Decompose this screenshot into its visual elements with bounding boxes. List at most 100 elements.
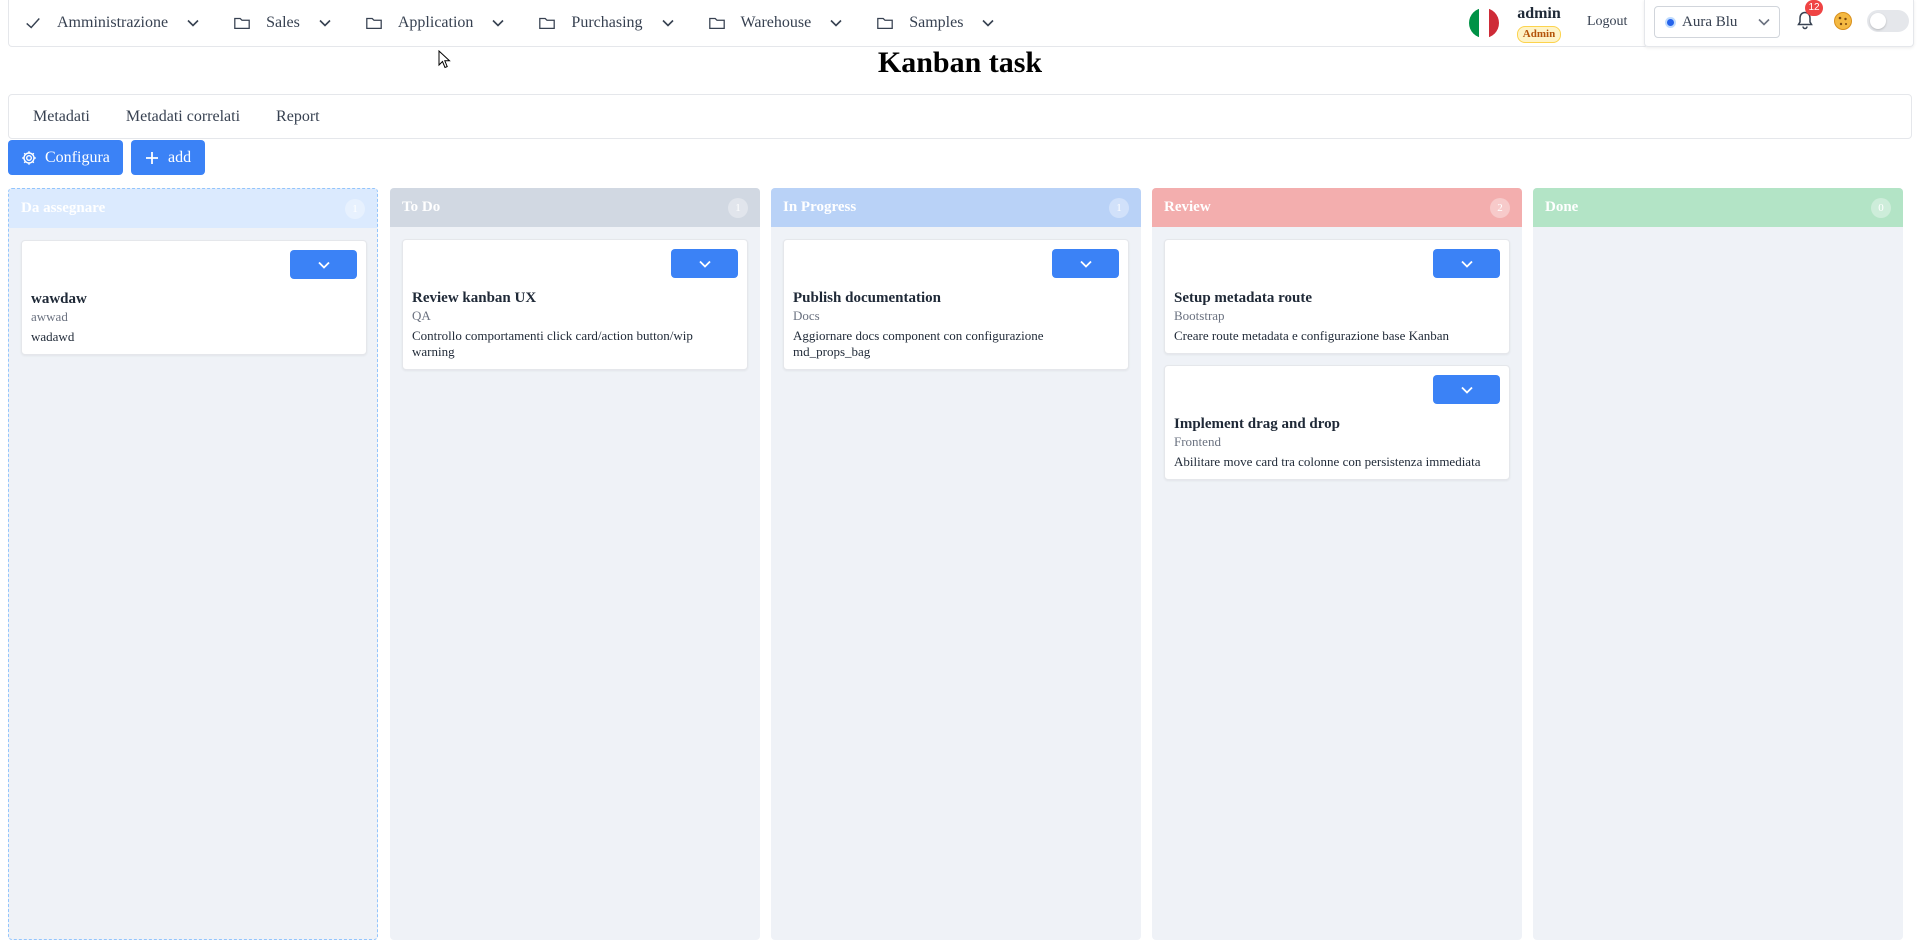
logout-link[interactable]: Logout — [1587, 14, 1627, 30]
card-action-button[interactable] — [1433, 375, 1500, 404]
kanban-column-in-progress[interactable]: In Progress 1 Publish documentation Docs… — [771, 188, 1141, 940]
menu-application[interactable]: Application — [350, 0, 524, 46]
plus-icon — [146, 151, 158, 164]
column-header: Da assegnare 1 — [9, 189, 377, 228]
user-name: admin — [1517, 5, 1561, 22]
chevron-down-icon[interactable] — [314, 12, 336, 34]
kanban-column-da-assegnare[interactable]: Da assegnare 1 wawdaw awwad wadawd — [8, 188, 378, 940]
dark-mode-toggle[interactable] — [1867, 10, 1909, 32]
card-tag: Frontend — [1174, 434, 1221, 449]
settings-panel: Aura Blue 12 — [1644, 0, 1914, 47]
column-title: Review — [1164, 199, 1211, 215]
chevron-down-icon — [317, 261, 330, 269]
add-button[interactable]: add — [131, 140, 205, 175]
kanban-column-done[interactable]: Done 0 — [1533, 188, 1903, 940]
gear-icon — [22, 150, 36, 165]
chevron-down-icon[interactable] — [977, 12, 999, 34]
folder-icon — [875, 13, 895, 33]
tab-metadati[interactable]: Metadati — [33, 108, 90, 126]
menu-label: Warehouse — [740, 14, 812, 31]
menu-sales[interactable]: Sales — [218, 0, 350, 46]
menu-label: Samples — [909, 14, 964, 31]
menu-samples[interactable]: Samples — [861, 0, 1013, 46]
role-badge: Admin — [1516, 26, 1562, 43]
card-tag: Docs — [793, 308, 820, 323]
kanban-card[interactable]: wawdaw awwad wadawd — [21, 240, 367, 355]
folder-icon — [707, 13, 727, 33]
chevron-down-icon[interactable] — [182, 12, 204, 34]
card-title: wawdaw — [31, 291, 87, 307]
column-header: Done 0 — [1533, 188, 1903, 227]
column-header: Review 2 — [1152, 188, 1522, 227]
column-count-badge: 1 — [728, 197, 748, 218]
configure-button[interactable]: Configura — [8, 140, 123, 175]
menu-label: Purchasing — [571, 14, 643, 31]
column-count-badge: 0 — [1871, 197, 1891, 218]
card-action-button[interactable] — [671, 249, 738, 278]
card-tag: awwad — [31, 309, 68, 324]
chevron-down-icon — [1460, 386, 1473, 394]
folder-icon — [232, 13, 252, 33]
column-title: Da assegnare — [21, 200, 106, 216]
column-title: In Progress — [783, 199, 857, 215]
column-title: To Do — [402, 199, 441, 215]
menu-warehouse[interactable]: Warehouse — [693, 0, 862, 46]
card-title: Review kanban UX — [412, 290, 537, 306]
add-button-label: add — [168, 148, 192, 166]
menu-label: Amministrazione — [57, 14, 169, 31]
top-navigation-bar: Amministrazione Sales Application Purcha… — [8, 0, 1648, 47]
cookie-icon[interactable] — [1833, 11, 1853, 31]
column-header: In Progress 1 — [771, 188, 1141, 227]
card-action-button[interactable] — [1052, 249, 1119, 278]
folder-icon — [364, 13, 384, 33]
card-tag: Bootstrap — [1174, 308, 1225, 323]
card-action-button[interactable] — [1433, 249, 1500, 278]
card-description: Controllo comportamenti click card/actio… — [412, 328, 693, 359]
chevron-down-icon[interactable] — [657, 12, 679, 34]
theme-select[interactable]: Aura Blue — [1654, 6, 1780, 38]
card-description: wadawd — [31, 329, 75, 344]
chevron-down-icon[interactable] — [825, 12, 847, 34]
chevron-down-icon[interactable] — [487, 12, 509, 34]
configure-button-label: Configura — [45, 148, 110, 166]
kanban-card[interactable]: Implement drag and drop Frontend Abilita… — [1164, 365, 1510, 480]
theme-select-value: Aura Blue — [1682, 13, 1738, 30]
user-info: admin Admin — [1509, 4, 1569, 43]
page-title: Kanban task — [877, 46, 1043, 79]
column-count-badge: 1 — [345, 198, 365, 219]
notification-count-badge: 12 — [1805, 0, 1823, 16]
tab-bar: Metadati Metadati correlati Report — [8, 94, 1912, 139]
kanban-column-review[interactable]: Review 2 Setup metadata route Bootstrap … — [1152, 188, 1522, 940]
chevron-down-icon — [1758, 18, 1770, 26]
column-header: To Do 1 — [390, 188, 760, 227]
kanban-card[interactable]: Review kanban UX QA Controllo comportame… — [402, 239, 748, 370]
theme-color-dot — [1665, 16, 1676, 28]
menu-label: Sales — [266, 14, 300, 31]
column-count-badge: 2 — [1490, 197, 1510, 218]
kanban-card[interactable]: Setup metadata route Bootstrap Creare ro… — [1164, 239, 1510, 354]
main-menu: Amministrazione Sales Application Purcha… — [9, 0, 1013, 46]
column-title: Done — [1545, 199, 1579, 215]
menu-amministrazione[interactable]: Amministrazione — [9, 0, 218, 46]
check-icon — [23, 13, 43, 33]
menu-label: Application — [397, 14, 474, 31]
chevron-down-icon — [698, 260, 711, 268]
italy-flag-icon[interactable] — [1469, 8, 1499, 38]
card-tag: QA — [412, 308, 431, 323]
card-action-button[interactable] — [290, 250, 357, 279]
chevron-down-icon — [1079, 260, 1092, 268]
card-title: Implement drag and drop — [1174, 416, 1340, 432]
folder-icon — [537, 13, 557, 33]
column-count-badge: 1 — [1109, 197, 1129, 218]
card-description: Aggiornare docs component con configuraz… — [793, 328, 1044, 359]
card-description: Abilitare move card tra colonne con pers… — [1174, 454, 1481, 469]
card-title: Publish documentation — [793, 290, 941, 306]
kanban-card[interactable]: Publish documentation Docs Aggiornare do… — [783, 239, 1129, 370]
card-title: Setup metadata route — [1174, 290, 1313, 306]
menu-purchasing[interactable]: Purchasing — [523, 0, 692, 46]
card-description: Creare route metadata e configurazione b… — [1174, 328, 1450, 343]
tab-metadati-correlati[interactable]: Metadati correlati — [126, 108, 240, 126]
kanban-column-to-do[interactable]: To Do 1 Review kanban UX QA Controllo co… — [390, 188, 760, 940]
chevron-down-icon — [1460, 260, 1473, 268]
tab-report[interactable]: Report — [276, 108, 320, 126]
